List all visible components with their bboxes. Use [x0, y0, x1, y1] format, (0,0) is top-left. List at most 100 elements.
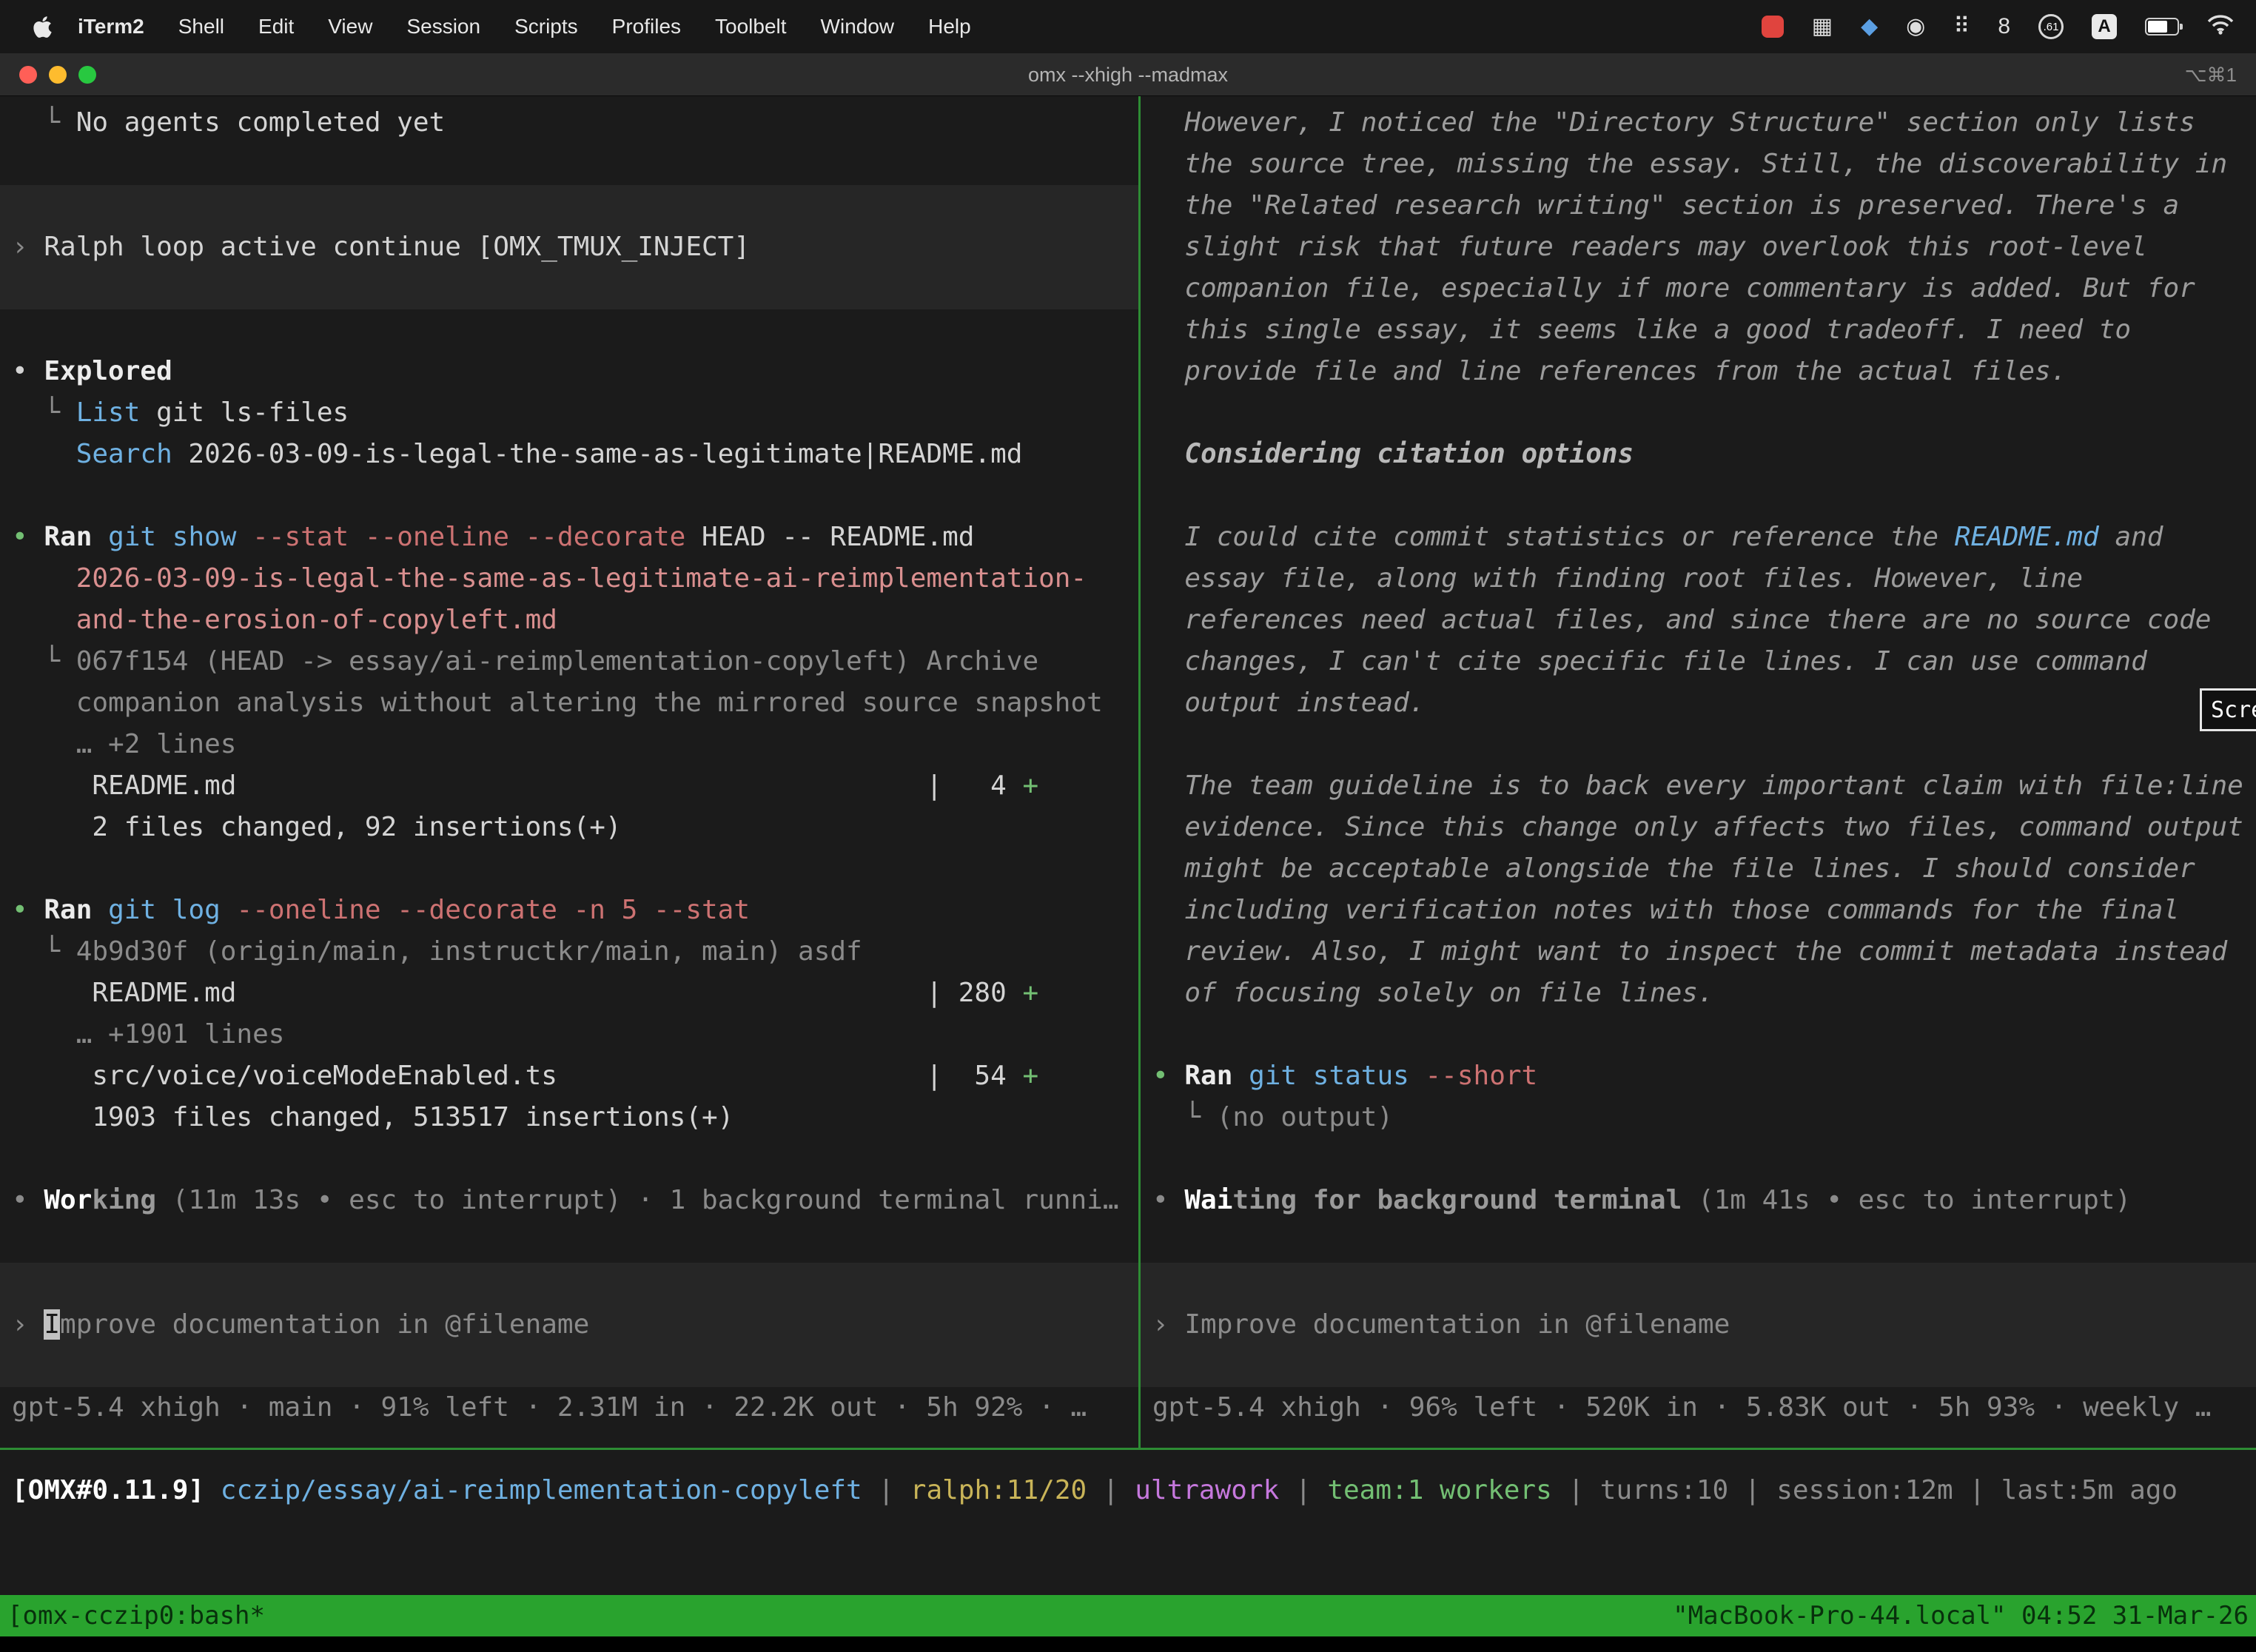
text-segment: ›: [12, 232, 44, 262]
menu-item-toolbelt[interactable]: Toolbelt: [715, 15, 787, 38]
text-segment: •: [12, 356, 44, 386]
text-segment: └ 067f154 (HEAD -> essay/ai-reimplementa…: [12, 646, 1038, 676]
text-segment: Wai: [1184, 1185, 1232, 1215]
menu-item-shell[interactable]: Shell: [178, 15, 224, 38]
terminal-line: 2 files changed, 92 insertions(+): [12, 807, 1138, 848]
menu-item-window[interactable]: Window: [821, 15, 895, 38]
terminal-line: essay file, along with finding root file…: [1152, 558, 2256, 600]
text-segment: +: [1022, 978, 1038, 1008]
text-segment: └: [12, 107, 76, 138]
text-segment: •: [12, 522, 44, 552]
blank-line: [1152, 724, 2256, 765]
ralph-loop-banner[interactable]: › Ralph loop active continue [OMX_TMUX_I…: [0, 185, 1138, 309]
app-icon-8[interactable]: 8: [1998, 16, 2010, 38]
terminal-line: gpt-5.4 xhigh · main · 91% left · 2.31M …: [12, 1387, 1138, 1428]
text-segment: last:5m ago: [2001, 1475, 2178, 1505]
text-segment: •: [12, 1185, 44, 1215]
terminal-line: Search 2026-03-09-is-legal-the-same-as-l…: [12, 434, 1138, 475]
text-segment: List: [76, 397, 141, 428]
text-segment: gpt-5.4 xhigh · main · 91% left · 2.31M …: [12, 1392, 1087, 1423]
prompt-text: › Improve documentation in @filename: [1152, 1304, 1730, 1346]
terminal-line: └ 4b9d30f (origin/main, instructkr/main,…: [12, 931, 1138, 973]
text-segment: team:1 workers: [1327, 1475, 1551, 1505]
terminal-line: the source tree, missing the essay. Stil…: [1152, 144, 2256, 185]
battery-percentage-circle-icon[interactable]: .61: [2038, 14, 2064, 39]
text-segment: Ralph loop active continue [OMX_TMUX_INJ…: [44, 232, 750, 262]
menu-item-view[interactable]: View: [328, 15, 372, 38]
window-title: omx --xhigh --madmax: [0, 53, 2256, 96]
terminal-pane-left[interactable]: └ No agents completed yet › Ralph loop ac…: [0, 96, 1138, 1448]
menu-item-edit[interactable]: Edit: [258, 15, 294, 38]
window-title-bar[interactable]: omx --xhigh --madmax ⌥⌘1: [0, 53, 2256, 96]
text-segment: the source tree, missing the essay. Stil…: [1152, 149, 2227, 179]
text-segment: However, I noticed the "Directory Struct…: [1152, 107, 2195, 138]
terminal-line: README.md | 280 +: [12, 973, 1138, 1014]
text-segment: └ 4b9d30f (origin/main, instructkr/main,…: [12, 936, 862, 967]
terminal-line: • Ran git show --stat --oneline --decora…: [12, 517, 1138, 558]
terminal-line: review. Also, I might want to inspect th…: [1152, 931, 2256, 973]
dots-grid-icon[interactable]: ⠿: [1953, 16, 1970, 38]
blank-line: [1152, 392, 2256, 434]
battery-icon[interactable]: [2145, 18, 2179, 36]
blank-line: [1152, 1014, 2256, 1055]
prompt-input-box[interactable]: › Improve documentation in @filename: [1141, 1263, 2256, 1387]
text-segment: The team guideline is to back every impo…: [1152, 770, 2243, 801]
text-segment: output instead.: [1152, 688, 1425, 718]
terminal-line: companion analysis without altering the …: [12, 682, 1138, 724]
text-segment: [1232, 1061, 1249, 1091]
screen-recording-indicator-icon[interactable]: [1762, 16, 1784, 38]
terminal-line: companion file, especially if more comme…: [1152, 268, 2256, 309]
terminal-pane-right[interactable]: However, I noticed the "Directory Struct…: [1141, 96, 2256, 1448]
prompt-input-box[interactable]: › Improve documentation in @filename: [0, 1263, 1138, 1387]
tmux-host-clock-label: "MacBook-Pro-44.local" 04:52 31-Mar-26: [1673, 1595, 2249, 1636]
circle-app-icon[interactable]: ◉: [1906, 16, 1925, 38]
text-segment: README.md | 280: [12, 978, 1022, 1008]
screen-notification-overlay: Scre: [2200, 688, 2256, 731]
text-segment: +: [1022, 1061, 1038, 1091]
terminal-line: └ No agents completed yet: [12, 102, 1138, 144]
terminal-line: However, I noticed the "Directory Struct…: [1152, 102, 2256, 144]
menu-bar-status-icons: ▦ ◆ ◉ ⠿ 8 .61 A: [1762, 0, 2234, 53]
terminal-line: of focusing solely on file lines.: [1152, 973, 2256, 1014]
terminal-line: └ 067f154 (HEAD -> essay/ai-reimplementa…: [12, 641, 1138, 682]
text-segment: |: [1279, 1475, 1327, 1505]
blank-line: [12, 1138, 1138, 1180]
menu-item-iterm2[interactable]: iTerm2: [78, 15, 144, 38]
blue-app-icon[interactable]: ◆: [1861, 16, 1878, 38]
menu-item-profiles[interactable]: Profiles: [612, 15, 681, 38]
text-segment: (1m 41s • esc to interrupt): [1682, 1185, 2131, 1215]
window-tiling-icon[interactable]: ▦: [1812, 16, 1833, 38]
blank-line: [12, 309, 1138, 351]
text-segment: README.md | 4: [12, 770, 1022, 801]
wifi-icon[interactable]: [2207, 14, 2234, 40]
text-segment: Ran: [1184, 1061, 1232, 1091]
text-segment: Considering citation options: [1152, 439, 1634, 469]
text-segment: companion file, especially if more comme…: [1152, 273, 2195, 303]
text-segment: Ran: [44, 895, 92, 925]
text-segment: --oneline --decorate -n 5 --stat: [221, 895, 750, 925]
apple-menu-icon[interactable]: [33, 15, 53, 39]
menu-item-scripts[interactable]: Scripts: [514, 15, 578, 38]
terminal-line: changes, I can't cite specific file line…: [1152, 641, 2256, 682]
terminal-line: I could cite commit statistics or refere…: [1152, 517, 2256, 558]
blank-line: [12, 848, 1138, 890]
input-source-icon[interactable]: A: [2092, 14, 2117, 39]
text-segment: and-the-erosion-of-copyleft.md: [12, 605, 557, 635]
text-segment: --short: [1409, 1061, 1537, 1091]
omx-status-line: [OMX#0.11.9] cczip/essay/ai-reimplementa…: [12, 1470, 2256, 1511]
text-segment: git status: [1249, 1061, 1409, 1091]
tmux-status-bar: [omx-cczip0:bash* "MacBook-Pro-44.local"…: [0, 1595, 2256, 1636]
text-segment: [204, 1475, 221, 1505]
text-segment: Search: [76, 439, 172, 469]
menu-items: iTerm2 Shell Edit View Session Scripts Profile…: [78, 15, 971, 38]
terminal-line: └ List git ls-files: [12, 392, 1138, 434]
text-segment: •: [1152, 1185, 1184, 1215]
menu-item-help[interactable]: Help: [928, 15, 971, 38]
text-segment: changes, I can't cite specific file line…: [1152, 646, 2147, 676]
terminal-line: • Ran git status --short: [1152, 1055, 2256, 1097]
text-segment: +: [1022, 770, 1038, 801]
menu-item-session[interactable]: Session: [406, 15, 480, 38]
terminal-line: this single essay, it seems like a good …: [1152, 309, 2256, 351]
terminal-line: 1903 files changed, 513517 insertions(+): [12, 1097, 1138, 1138]
text-segment: session:12m: [1776, 1475, 1953, 1505]
